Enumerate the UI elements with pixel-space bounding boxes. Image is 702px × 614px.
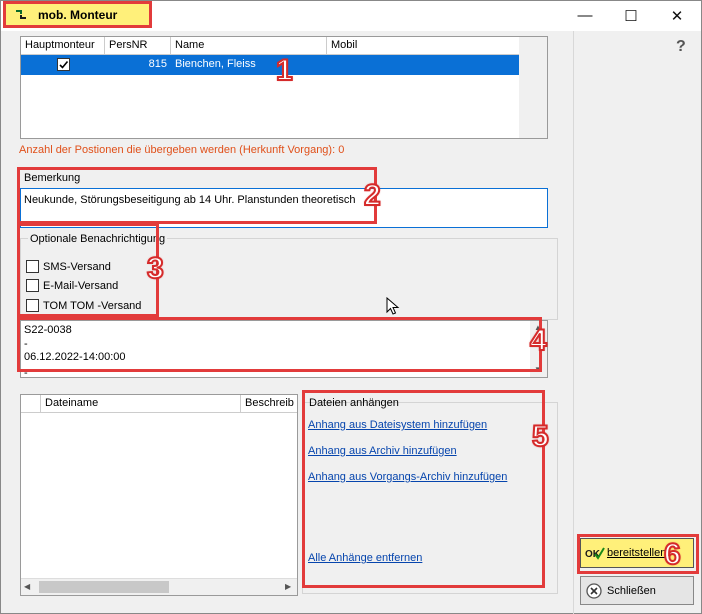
close-circle-icon — [586, 582, 602, 599]
email-label: E-Mail-Versand — [43, 279, 119, 292]
right-panel-divider — [573, 31, 574, 614]
scroll-left-icon[interactable]: ◀ — [24, 582, 30, 591]
link-attach-archive[interactable]: Anhang aus Archiv hinzufügen — [308, 445, 457, 457]
sms-checkbox[interactable] — [26, 260, 39, 273]
app-icon — [14, 8, 28, 21]
marker-4: 4 — [529, 324, 548, 357]
schliessen-button[interactable]: Schließen — [580, 576, 694, 605]
scroll-down-icon[interactable]: ▼ — [534, 365, 542, 374]
scroll-right-icon[interactable]: ▶ — [285, 582, 291, 591]
marker-6: 6 — [663, 538, 682, 571]
col-hauptmonteur[interactable]: Hauptmonteur — [21, 37, 105, 55]
sms-label: SMS-Versand — [43, 260, 111, 273]
col-mobil[interactable]: Mobil — [327, 37, 519, 55]
link-attach-filesystem[interactable]: Anhang aus Dateisystem hinzufügen — [308, 419, 487, 431]
bemerkung-label: Bemerkung — [24, 172, 81, 184]
maximize-icon: ☐ — [624, 7, 638, 25]
bemerkung-input[interactable]: Neukunde, Störungsbeseitigung ab 14 Uhr.… — [20, 188, 548, 228]
tomtom-option[interactable]: TOM TOM -Versand — [26, 299, 141, 312]
col-beschreibung[interactable]: Beschreib — [241, 395, 297, 413]
email-option[interactable]: E-Mail-Versand — [26, 279, 118, 292]
attachments-label: Dateien anhängen — [309, 397, 399, 409]
col-select[interactable] — [21, 395, 41, 413]
ok-icon: OK — [585, 547, 605, 560]
minimize-icon: — — [577, 7, 593, 24]
hauptmonteur-checkbox[interactable] — [57, 58, 70, 71]
window-title: mob. Monteur — [38, 8, 118, 22]
col-persnr[interactable]: PersNR — [105, 37, 171, 55]
schliessen-label: Schließen — [607, 584, 656, 597]
marker-3: 3 — [146, 252, 165, 285]
bemerkung-text: Neukunde, Störungsbeseitigung ab 14 Uhr.… — [24, 194, 356, 206]
monteur-table-header: Hauptmonteur PersNR Name Mobil — [21, 37, 519, 55]
check-icon — [59, 60, 69, 69]
marker-2: 2 — [363, 179, 382, 212]
bereitstellen-label: bereitstellen — [607, 547, 667, 559]
message-textarea[interactable]: S22-0038 - 06.12.2022-14:00:00 - ▲ ▼ — [20, 320, 548, 378]
table-empty-area — [519, 37, 547, 138]
cell-persnr: 815 — [148, 58, 167, 70]
files-hscrollbar[interactable]: ◀ ▶ — [21, 578, 297, 595]
maximize-button[interactable]: ☐ — [608, 1, 654, 30]
mouse-cursor-icon — [386, 297, 400, 315]
link-attach-vorgangs-archive[interactable]: Anhang aus Vorgangs-Archiv hinzufügen — [308, 471, 507, 483]
close-button[interactable]: ✕ — [654, 1, 700, 30]
message-line-3: 06.12.2022-14:00:00 — [24, 351, 126, 363]
link-remove-all-attachments[interactable]: Alle Anhänge entfernen — [308, 552, 422, 564]
close-icon: ✕ — [670, 7, 684, 25]
message-line-1: S22-0038 — [24, 324, 72, 336]
help-icon[interactable]: ? — [676, 38, 686, 56]
marker-5: 5 — [531, 420, 550, 453]
minimize-button[interactable]: — — [562, 1, 608, 30]
tomtom-label: TOM TOM -Versand — [43, 299, 142, 312]
monteur-table: Hauptmonteur PersNR Name Mobil 815 Bienc… — [20, 36, 548, 139]
files-table: Dateiname Beschreib ◀ ▶ — [20, 394, 298, 596]
col-name[interactable]: Name — [171, 37, 327, 55]
benachrichtigung-label: Optionale Benachrichtigung — [28, 233, 168, 245]
cell-name: Bienchen, Fleiss — [175, 58, 256, 70]
message-line-4: - — [24, 367, 28, 378]
tomtom-checkbox[interactable] — [26, 299, 39, 312]
sms-option[interactable]: SMS-Versand — [26, 260, 111, 273]
positions-info: Anzahl der Postionen die übergeben werde… — [19, 144, 345, 156]
email-checkbox[interactable] — [26, 279, 39, 292]
message-line-2: - — [24, 338, 28, 350]
files-table-header: Dateiname Beschreib — [21, 395, 297, 413]
marker-1: 1 — [275, 54, 294, 87]
col-dateiname[interactable]: Dateiname — [41, 395, 241, 413]
table-row[interactable]: 815 Bienchen, Fleiss — [21, 55, 519, 75]
scroll-thumb[interactable] — [39, 581, 169, 593]
